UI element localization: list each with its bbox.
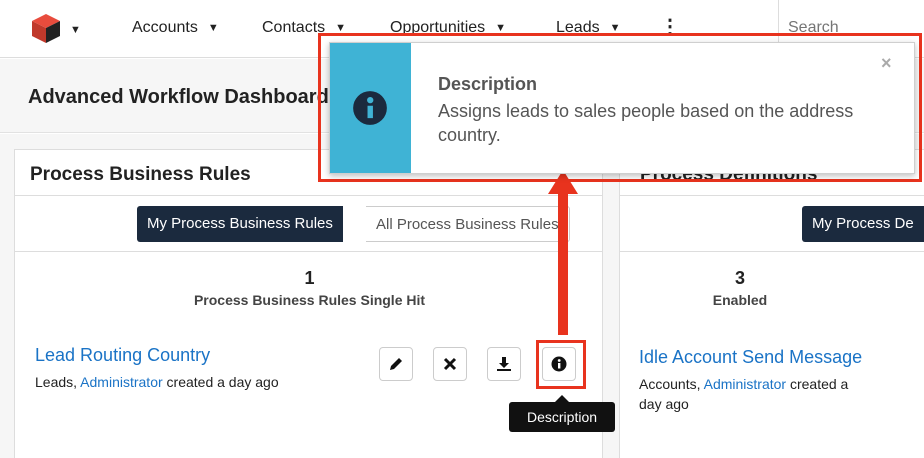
record-meta: Leads, Administrator created a day ago bbox=[35, 372, 279, 392]
record-action-text: created a bbox=[789, 376, 849, 392]
nav-item-label: Contacts bbox=[262, 19, 326, 36]
callout-arrow bbox=[548, 170, 578, 335]
tab-my-process-business-rules[interactable]: My Process Business Rules bbox=[137, 206, 343, 242]
page-title: Advanced Workflow Dashboard bbox=[28, 86, 329, 108]
alert-icon-bar bbox=[330, 43, 411, 173]
record-module: Leads, bbox=[35, 374, 78, 390]
description-button-highlight bbox=[536, 340, 586, 389]
nav-item-accounts[interactable]: Accounts ▼ bbox=[132, 19, 219, 37]
record-user-link[interactable]: Administrator bbox=[704, 376, 786, 392]
edit-button[interactable] bbox=[379, 347, 413, 381]
tab-my-process-definitions[interactable]: My Process De bbox=[802, 206, 924, 242]
alert-title: Description bbox=[438, 74, 538, 94]
dashlet-tabs: My Process De bbox=[620, 196, 924, 252]
dashlet-tabs: My Process Business Rules All Process Bu… bbox=[15, 196, 602, 252]
close-icon[interactable]: × bbox=[881, 53, 892, 74]
description-alert: Description Assigns leads to sales peopl… bbox=[329, 42, 915, 174]
record-module: Accounts, bbox=[639, 376, 701, 392]
record-title-link[interactable]: Idle Account Send Message bbox=[639, 347, 862, 368]
alert-message: Assigns leads to sales people based on t… bbox=[438, 101, 854, 145]
record-meta: Accounts, Administrator created a day ag… bbox=[639, 374, 909, 414]
count-label: Process Business Rules Single Hit bbox=[193, 292, 426, 308]
tooltip-arrow bbox=[555, 395, 569, 402]
process-definitions-dashlet: Process Definitions My Process De 3 Enab… bbox=[619, 149, 924, 458]
info-icon bbox=[353, 91, 387, 125]
description-tooltip: Description bbox=[509, 402, 615, 432]
record-action-text: created a day ago bbox=[166, 374, 279, 390]
export-button[interactable] bbox=[487, 347, 521, 381]
record-title-link[interactable]: Lead Routing Country bbox=[35, 345, 210, 366]
record-count: 3 bbox=[734, 268, 745, 288]
logo-menu-caret-icon[interactable]: ▼ bbox=[70, 24, 81, 36]
x-icon bbox=[443, 357, 457, 371]
count-label: Enabled bbox=[712, 292, 768, 308]
delete-button[interactable] bbox=[433, 347, 467, 381]
download-icon bbox=[497, 357, 511, 371]
record-count: 1 bbox=[304, 268, 315, 288]
sugar-cube-logo-icon[interactable] bbox=[30, 12, 62, 44]
dashlet-title: Process Business Rules bbox=[30, 164, 251, 185]
record-user-link[interactable]: Administrator bbox=[80, 374, 162, 390]
pencil-icon bbox=[390, 358, 402, 370]
record-action-text: day ago bbox=[639, 396, 689, 412]
nav-item-label: Accounts bbox=[132, 19, 198, 36]
chevron-down-icon[interactable]: ▼ bbox=[208, 22, 219, 34]
